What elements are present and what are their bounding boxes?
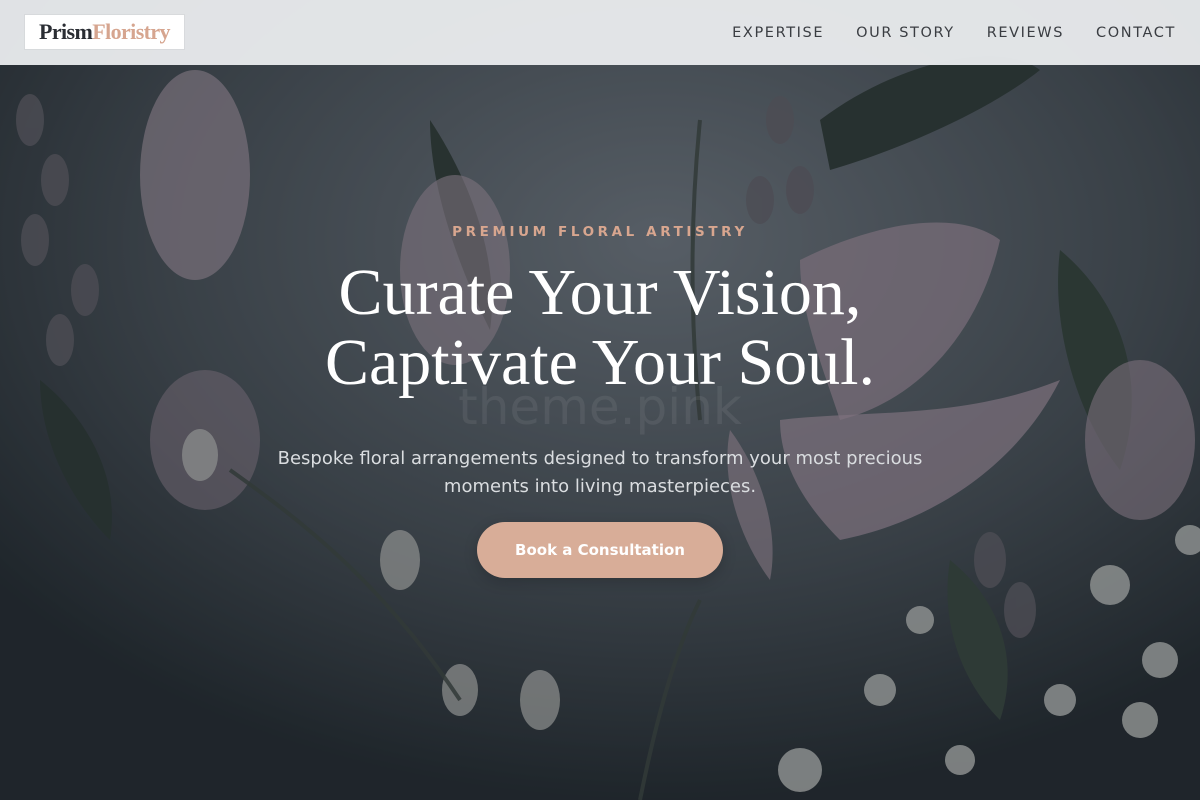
logo-text-floristry: Floristry	[92, 19, 170, 44]
hero-title-line-1: Curate Your Vision,	[338, 256, 862, 329]
hero-title: Curate Your Vision, Captivate Your Soul.	[0, 258, 1200, 398]
brand-logo[interactable]: Prism Floristry	[25, 15, 184, 49]
nav-link-contact[interactable]: CONTACT	[1096, 25, 1176, 41]
logo-text-prism: Prism	[39, 19, 93, 44]
nav-link-expertise[interactable]: EXPERTISE	[732, 25, 824, 41]
site-header: Prism Floristry EXPERTISE OUR STORY REVIE…	[0, 0, 1200, 65]
hero-subtitle: Bespoke floral arrangements designed to …	[277, 448, 923, 497]
hero-title-line-2: Captivate Your Soul.	[324, 326, 876, 399]
nav-link-our-story[interactable]: OUR STORY	[856, 25, 955, 41]
hero-section: theme.pink PrismFloristry EXPERTISE OUR …	[0, 0, 1200, 800]
main-nav: EXPERTISE OUR STORY REVIEWS CONTACT	[732, 0, 1176, 65]
book-consultation-button[interactable]: Book a Consultation	[477, 522, 723, 578]
hero-eyebrow: PREMIUM FLORAL ARTISTRY	[452, 224, 748, 240]
nav-link-reviews[interactable]: REVIEWS	[987, 25, 1064, 41]
hero-content: PREMIUM FLORAL ARTISTRY Curate Your Visi…	[0, 0, 1200, 800]
